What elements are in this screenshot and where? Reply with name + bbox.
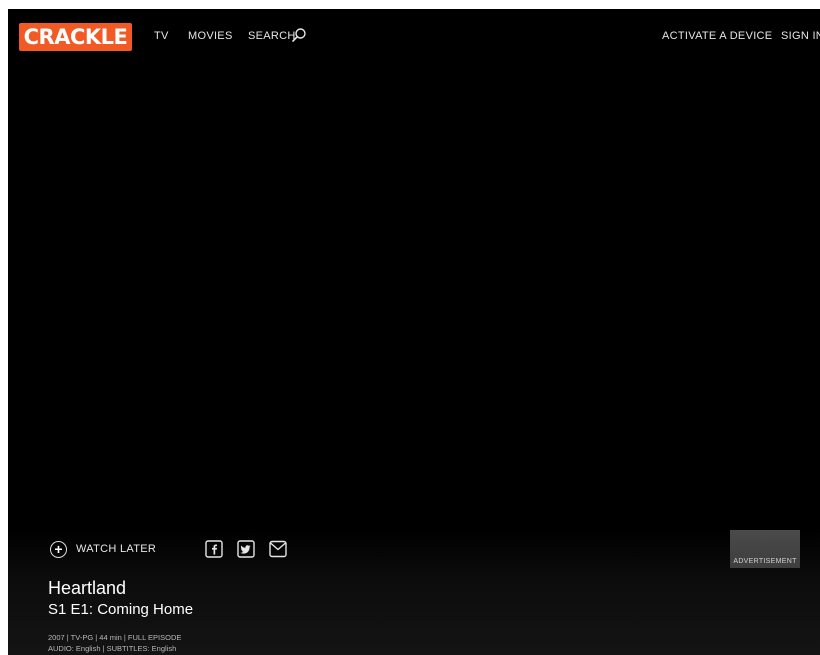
facebook-icon[interactable]	[205, 540, 223, 558]
nav-activate-device-link[interactable]: ACTIVATE A DEVICE	[662, 29, 772, 43]
video-player[interactable]	[8, 59, 820, 529]
twitter-icon[interactable]	[237, 540, 255, 558]
watch-later-button[interactable]: + WATCH LATER	[50, 540, 156, 558]
advertisement-slot[interactable]: ADVERTISEMENT	[730, 530, 800, 568]
plus-icon: +	[50, 540, 67, 558]
crackle-logo[interactable]: CRACKLE	[19, 23, 132, 51]
mail-icon[interactable]	[269, 540, 287, 558]
nav-sign-in-link[interactable]: SIGN IN	[781, 29, 820, 43]
search-icon[interactable]	[291, 27, 307, 43]
episode-meta: 2007 | TV-PG | 44 min | FULL EPISODE	[48, 633, 182, 642]
audio-subtitles-info: AUDIO: English | SUBTITLES: English	[48, 644, 177, 653]
nav-search-link[interactable]: SEARCH	[248, 29, 296, 43]
nav-tv-link[interactable]: TV	[154, 29, 169, 43]
show-title: Heartland	[48, 578, 127, 598]
top-nav: CRACKLE TV MOVIES SEARCH ACTIVATE A DEVI…	[8, 9, 820, 59]
watch-later-label: WATCH LATER	[76, 543, 157, 555]
advertisement-label: ADVERTISEMENT	[733, 558, 797, 565]
episode-info-panel: + WATCH LATER ADVERTISEMENT Heartland S1…	[8, 529, 820, 655]
episode-title: S1 E1: Coming Home	[48, 601, 194, 618]
app-frame: CRACKLE TV MOVIES SEARCH ACTIVATE A DEVI…	[8, 9, 820, 655]
nav-movies-link[interactable]: MOVIES	[188, 29, 233, 43]
